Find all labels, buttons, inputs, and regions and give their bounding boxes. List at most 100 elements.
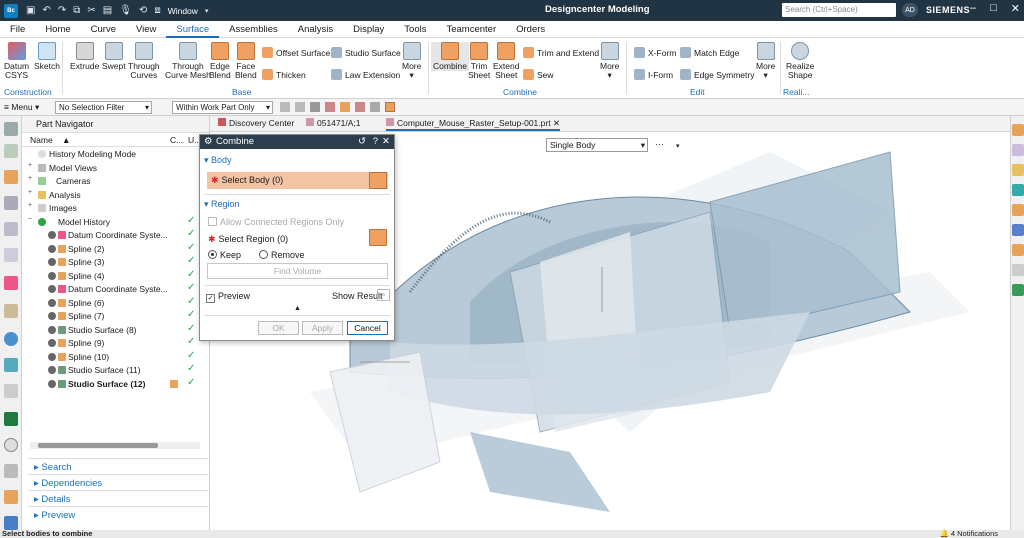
tab-assemblies[interactable]: Assemblies [219, 21, 288, 38]
history-icon[interactable] [4, 304, 18, 318]
tab-tools[interactable]: Tools [394, 21, 436, 38]
constraint-navigator-icon[interactable] [4, 196, 18, 210]
eye-icon[interactable] [48, 366, 56, 374]
info-icon[interactable] [4, 332, 18, 346]
swept-button[interactable]: Swept [102, 42, 126, 71]
collapse-icon[interactable]: − [28, 216, 32, 223]
app-title[interactable]: Designcenter Modeling [545, 4, 650, 15]
through-curve-mesh-button[interactable]: Through Curve Mesh [165, 42, 211, 80]
match-edge-button[interactable]: Match Edge [680, 47, 739, 58]
cut-icon[interactable]: ✂ [87, 5, 95, 16]
tree-row[interactable]: Studio Surface (11) ✓ [22, 363, 209, 377]
more-combine-button[interactable]: More ▾ [600, 42, 619, 80]
minimize-icon[interactable]: – [970, 2, 976, 15]
cancel-button[interactable]: Cancel [347, 321, 388, 335]
help-icon[interactable]: ? [373, 135, 378, 149]
tree-row[interactable]: + Analysis [22, 188, 209, 202]
edge-blend-button[interactable]: Edge Blend [209, 42, 231, 80]
eye-icon[interactable] [48, 231, 56, 239]
hd3d-icon[interactable] [4, 248, 18, 262]
eye-icon[interactable] [48, 258, 56, 266]
save-icon[interactable]: ▣ [26, 5, 35, 16]
section-dependencies[interactable]: ▸ Dependencies [28, 474, 232, 490]
snap-icon[interactable] [280, 102, 290, 112]
column-name[interactable]: Name [30, 135, 53, 145]
chevron-down-icon[interactable]: ▾ [205, 7, 209, 15]
collapse-up-icon[interactable]: ▲ [294, 305, 301, 312]
kf-icon[interactable] [4, 490, 18, 504]
eye-icon[interactable] [48, 352, 56, 361]
more-button[interactable]: More ▾ [402, 42, 421, 80]
horizontal-scrollbar[interactable] [30, 442, 200, 449]
tab-discovery-center[interactable]: Discovery Center [218, 118, 294, 128]
close-icon[interactable]: ✕ [1011, 2, 1020, 15]
close-icon[interactable]: ✕ [382, 135, 390, 149]
tree-row[interactable]: Spline (2) ✓ [22, 242, 209, 256]
i-form-button[interactable]: I-Form [634, 69, 673, 80]
assembly-navigator-icon[interactable] [4, 144, 18, 158]
tab-curve[interactable]: Curve [81, 21, 126, 38]
eye-icon[interactable] [48, 312, 56, 320]
reuse-library-icon[interactable] [4, 222, 18, 236]
copy-icon[interactable]: ⧉ [73, 5, 80, 16]
thicken-button[interactable]: Thicken [262, 69, 306, 80]
apply-button[interactable]: Apply [302, 321, 343, 335]
trim-and-extend-button[interactable]: Trim and Extend [523, 47, 599, 58]
redo-icon[interactable]: ↷ [58, 5, 66, 16]
curve-icon[interactable] [1012, 164, 1024, 176]
trim-sheet-button[interactable]: Trim Sheet [468, 42, 490, 80]
snap-icon[interactable] [385, 102, 395, 112]
snap-icon[interactable] [295, 102, 305, 112]
menu-button[interactable]: ≡ Menu ▾ [4, 102, 39, 113]
section-details[interactable]: ▸ Details [28, 490, 232, 506]
x-form-button[interactable]: X-Form [634, 47, 676, 58]
tree-row[interactable]: − Model History ✓ [22, 215, 209, 229]
settings-icon[interactable] [4, 122, 18, 136]
notifications[interactable]: 🔔 4 Notifications [939, 529, 998, 538]
eye-icon[interactable] [48, 339, 56, 347]
expand-icon[interactable]: + [28, 162, 32, 169]
render-icon[interactable] [1012, 224, 1024, 236]
chevron-down-icon[interactable]: ▾ [676, 142, 680, 150]
tree-row[interactable]: Studio Surface (12) ✓ [22, 377, 209, 391]
section-preview[interactable]: ▸ Preview [28, 506, 232, 522]
offset-surface-button[interactable]: Offset Surface [262, 47, 330, 58]
web-browser-icon[interactable] [4, 276, 18, 290]
more-options-icon[interactable]: ··· [655, 139, 664, 149]
tree-row[interactable]: Spline (4) ✓ [22, 269, 209, 283]
tree-row[interactable]: Spline (6) ✓ [22, 296, 209, 310]
find-volume-button[interactable]: Find Volume [207, 263, 388, 279]
column-c[interactable]: C... [170, 135, 183, 145]
tab-teamcenter[interactable]: Teamcenter [436, 21, 506, 38]
eye-icon[interactable] [48, 244, 56, 253]
through-curves-button[interactable]: Through Curves [128, 42, 160, 80]
select-region-row[interactable]: ✱ Select Region (0) [208, 234, 288, 245]
select-region-button[interactable] [369, 229, 387, 246]
app-icon[interactable]: Bc [4, 3, 18, 18]
tab-051471[interactable]: 051471/A;1 [306, 118, 360, 128]
scrollbar-thumb[interactable] [38, 443, 158, 448]
window-menu[interactable]: Window [168, 6, 198, 16]
tab-file[interactable]: File [0, 21, 35, 38]
avatar[interactable]: AD [902, 3, 918, 17]
touch-mode-icon[interactable]: ⟲ [139, 5, 147, 16]
tab-view[interactable]: View [126, 21, 166, 38]
snap-icon[interactable] [325, 102, 335, 112]
show-result-icon[interactable]: ⌕ [377, 289, 390, 301]
mic-icon[interactable]: 🎙 [119, 5, 132, 16]
more-edit-button[interactable]: More ▾ [756, 42, 775, 80]
extrude-button[interactable]: Extrude [70, 42, 99, 71]
eye-icon[interactable] [48, 379, 56, 388]
select-body-row[interactable]: ✱ Select Body (0) [207, 172, 388, 189]
section-region-header[interactable]: ▾ Region [204, 199, 390, 210]
realize-shape-button[interactable]: Realize Shape [786, 42, 814, 80]
tree-row[interactable]: History Modeling Mode [22, 147, 209, 161]
extend-sheet-button[interactable]: Extend Sheet [493, 42, 519, 80]
teamcenter-icon[interactable] [4, 412, 18, 426]
mesh-icon[interactable] [1012, 264, 1024, 276]
eye-icon[interactable] [48, 285, 56, 293]
tree-row[interactable]: Datum Coordinate Syste... ✓ [22, 228, 209, 242]
maximize-icon[interactable]: □ [990, 2, 997, 15]
select-body-button[interactable] [369, 172, 387, 189]
expand-icon[interactable]: + [28, 202, 32, 209]
